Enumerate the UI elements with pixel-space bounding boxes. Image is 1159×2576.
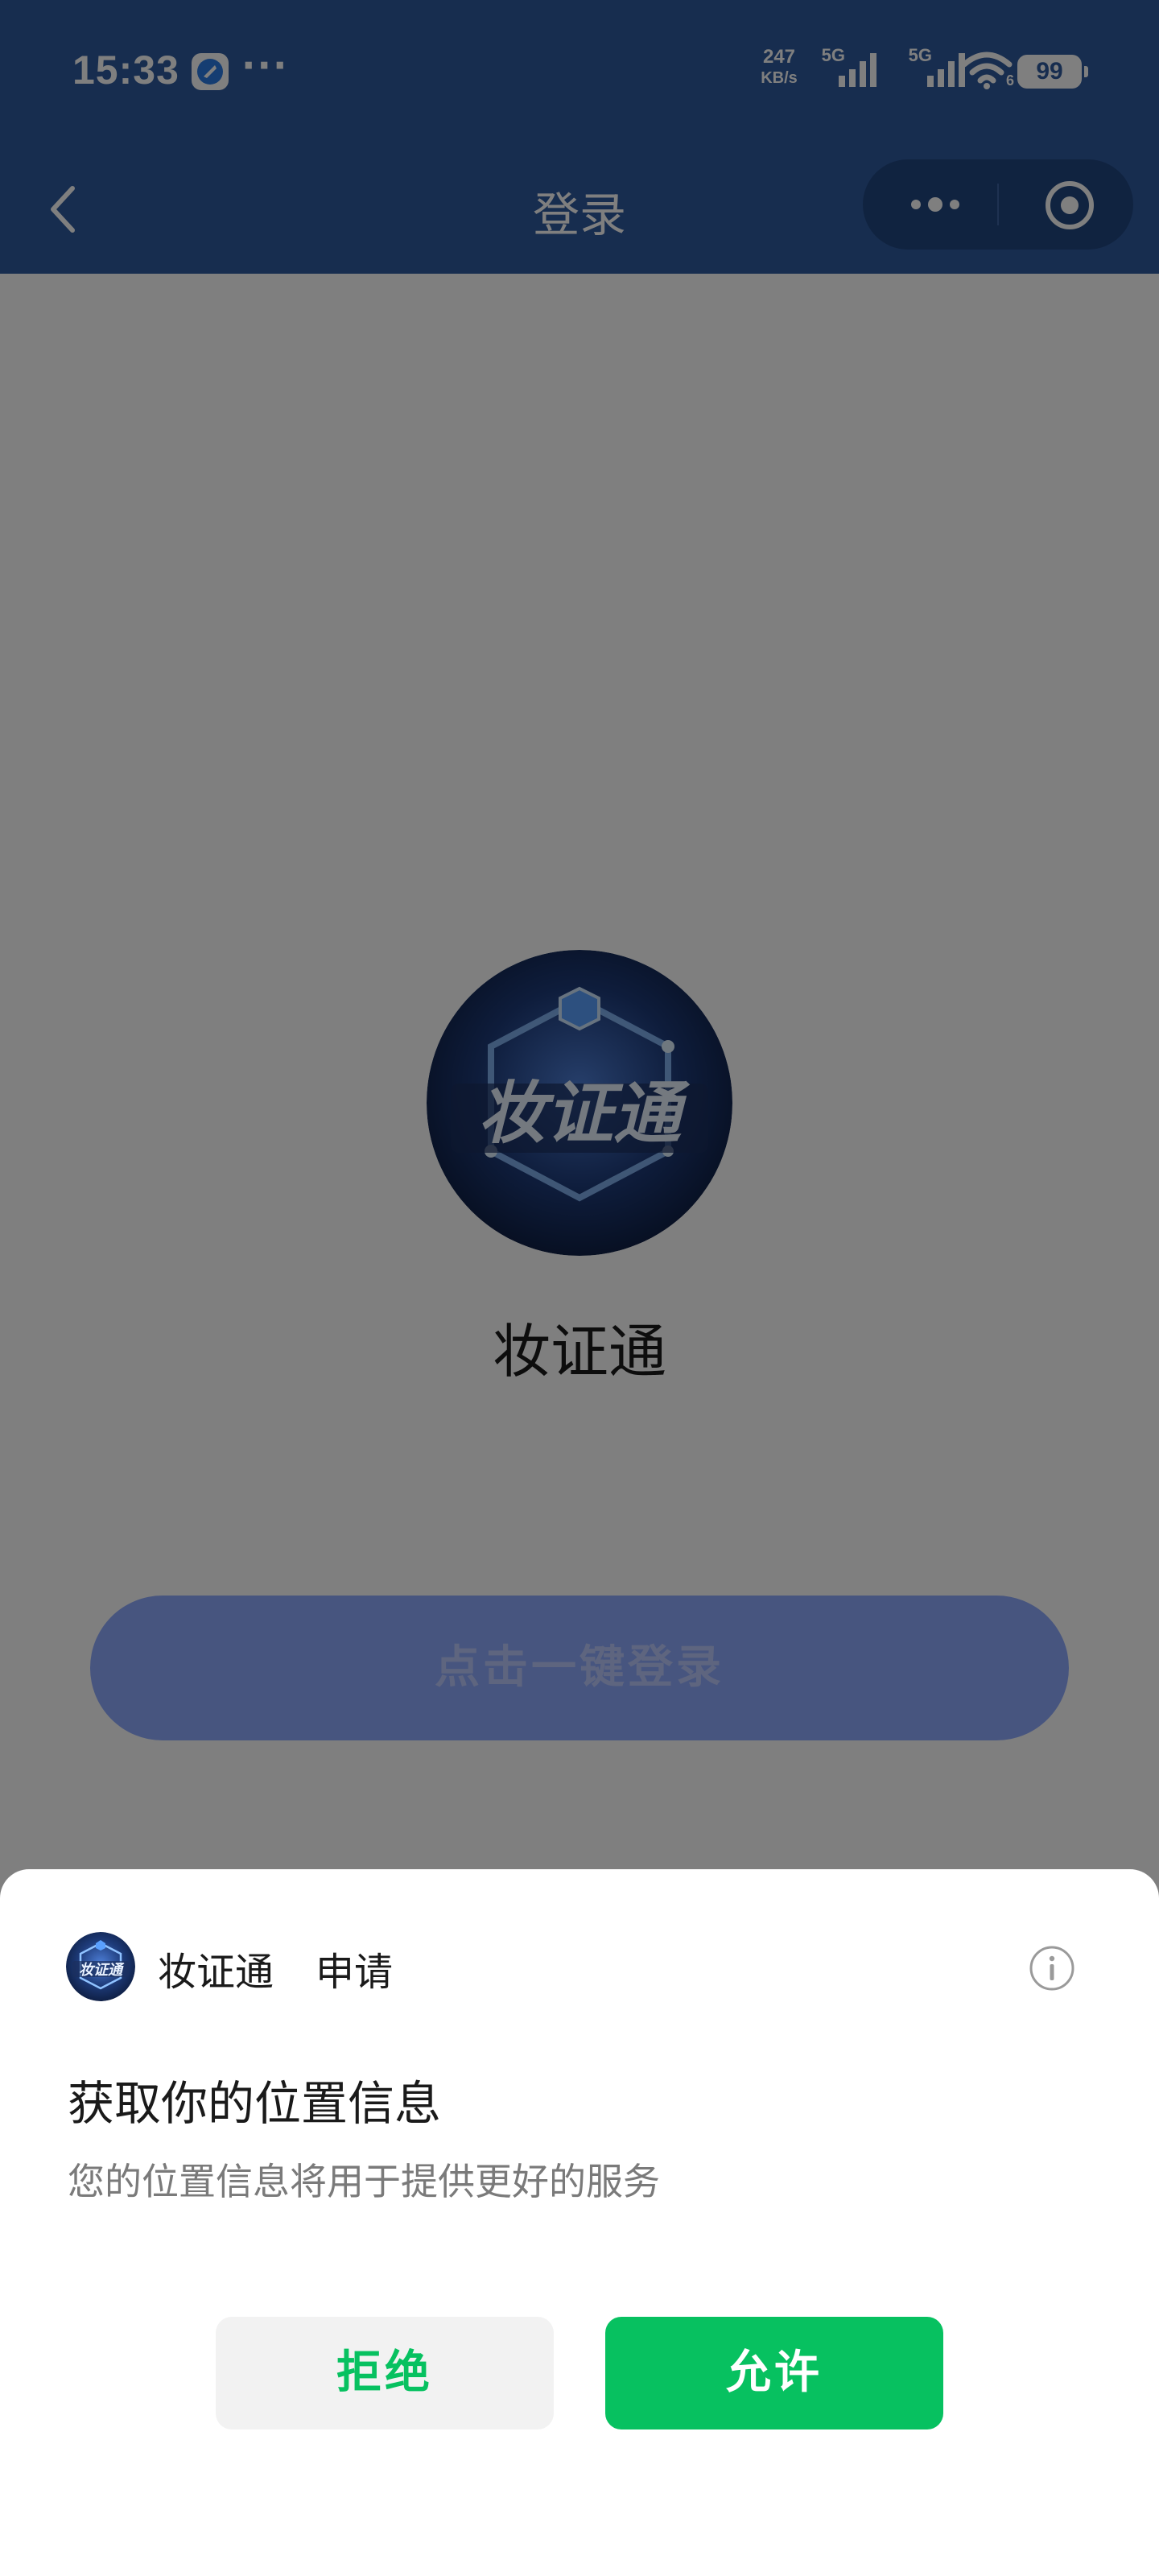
- allow-button[interactable]: 允许: [605, 2317, 943, 2429]
- sheet-request-label: 申请: [316, 1950, 394, 1995]
- permission-description: 您的位置信息将用于提供更好的服务: [68, 2160, 660, 2203]
- info-icon[interactable]: [1029, 1945, 1075, 1992]
- permission-title: 获取你的位置信息: [68, 2076, 442, 2131]
- sheet-app-avatar: 妆证通: [66, 1932, 135, 2001]
- sheet-logo-text: 妆证通: [79, 1962, 125, 1979]
- sheet-app-name: 妆证通: [158, 1950, 274, 1995]
- permission-sheet: 妆证通 妆证通 申请 获取你的位置信息 您的位置信息将用于提供更好的服务 拒绝 …: [0, 1869, 1159, 2576]
- deny-button[interactable]: 拒绝: [216, 2317, 554, 2429]
